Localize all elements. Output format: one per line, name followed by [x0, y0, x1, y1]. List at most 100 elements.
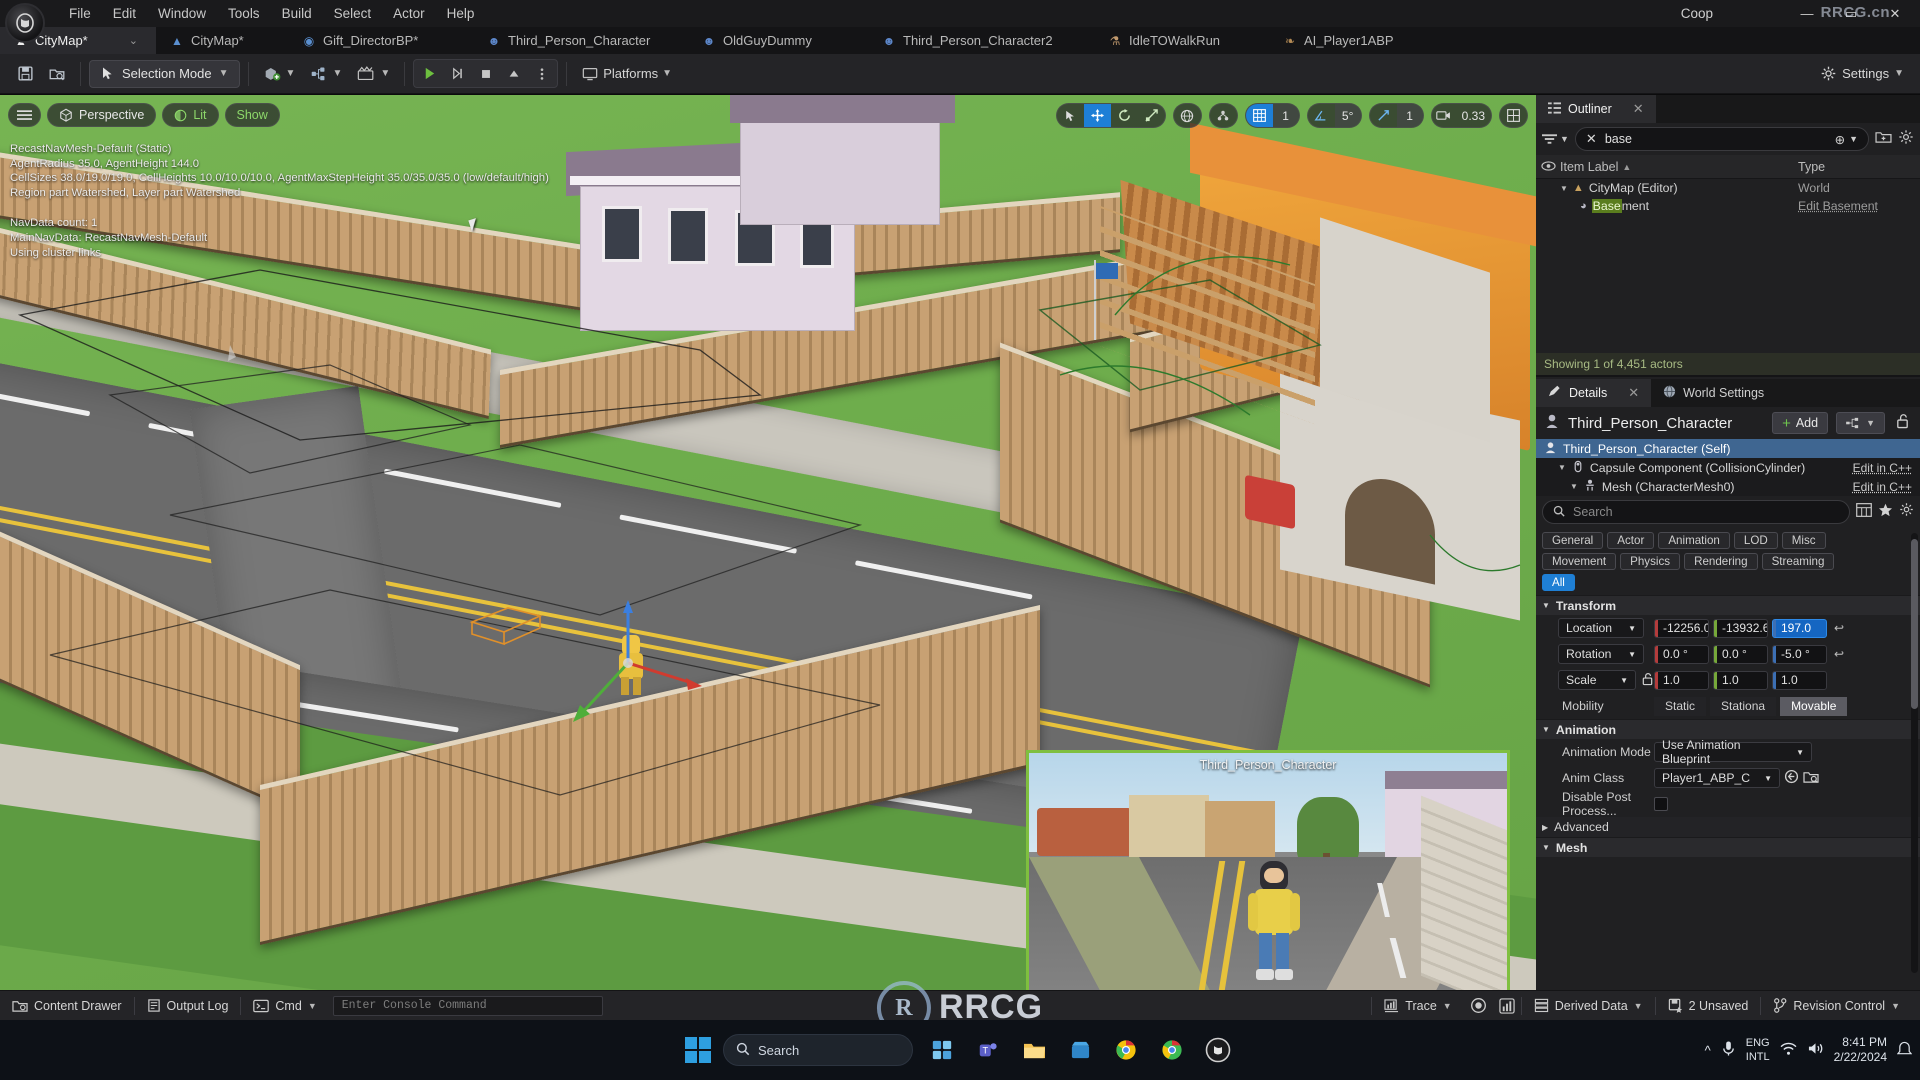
angle-snap-value[interactable]: 5°	[1334, 104, 1361, 127]
rotation-dropdown[interactable]: Rotation ▼	[1558, 644, 1644, 664]
scale-icon[interactable]	[1138, 104, 1165, 127]
filter-animation[interactable]: Animation	[1658, 532, 1730, 549]
favorites-star-icon[interactable]	[1878, 503, 1893, 522]
play-button[interactable]	[416, 61, 443, 86]
eject-button[interactable]	[500, 61, 527, 86]
clear-search-icon[interactable]: ✕	[1586, 131, 1597, 147]
filter-movement[interactable]: Movement	[1542, 553, 1617, 570]
picture-in-picture-preview[interactable]: Third_Person_Character 90.000000 ° ⊞	[1026, 750, 1510, 990]
tray-chevron-icon[interactable]: ^	[1705, 1043, 1711, 1058]
store-icon[interactable]	[1063, 1033, 1097, 1067]
create-actor-button[interactable]: ▼	[257, 59, 302, 89]
world-coordinate-icon[interactable]	[1174, 104, 1201, 127]
mobility-static[interactable]: Static	[1654, 696, 1707, 716]
menu-select[interactable]: Select	[323, 3, 383, 24]
details-search-input[interactable]: Search	[1542, 500, 1850, 524]
coop-button[interactable]: Coop	[1669, 3, 1725, 24]
chevron-down-icon[interactable]: ▼	[1849, 134, 1858, 144]
location-dropdown[interactable]: Location ▼	[1558, 618, 1644, 638]
visibility-icon[interactable]	[1536, 160, 1560, 174]
edit-in-cpp-link[interactable]: Edit in C++	[1853, 461, 1912, 475]
grid-snap-value[interactable]: 1	[1272, 104, 1299, 127]
browse-asset-icon[interactable]	[1784, 769, 1799, 787]
volume-icon[interactable]	[1807, 1041, 1824, 1059]
menu-edit[interactable]: Edit	[102, 3, 147, 24]
tab-third-person-character[interactable]: ☻ Third_Person_Character	[473, 27, 688, 54]
revert-rotation-icon[interactable]: ↩	[1831, 647, 1847, 661]
rotate-icon[interactable]	[1111, 104, 1138, 127]
filter-all[interactable]: All	[1542, 574, 1575, 591]
mic-icon[interactable]	[1721, 1040, 1736, 1060]
perf-record-button[interactable]	[1464, 991, 1493, 1021]
filter-streaming[interactable]: Streaming	[1761, 553, 1835, 570]
filter-actor[interactable]: Actor	[1607, 532, 1655, 549]
tab-ai-player1abp[interactable]: ❧ AI_Player1ABP	[1269, 27, 1444, 54]
explorer-icon[interactable]	[1017, 1033, 1051, 1067]
tab-outliner[interactable]: Outliner ✕	[1536, 95, 1656, 123]
settings-gear-icon[interactable]	[1899, 502, 1914, 522]
surface-snap-icon[interactable]	[1210, 104, 1237, 127]
browse-button[interactable]	[42, 59, 72, 89]
unreal-logo-icon[interactable]	[5, 3, 45, 43]
mobility-movable[interactable]: Movable	[1780, 696, 1848, 716]
angle-snap-icon[interactable]	[1308, 104, 1335, 127]
component-row-self[interactable]: Third_Person_Character (Self)	[1536, 439, 1920, 458]
grid-snap-icon[interactable]	[1245, 104, 1273, 127]
show-button[interactable]: Show	[224, 103, 280, 127]
settings-button[interactable]: Settings ▼	[1812, 61, 1912, 86]
close-icon[interactable]: ✕	[1628, 385, 1639, 401]
scale-z-input[interactable]: 1.0	[1772, 670, 1827, 690]
menu-actor[interactable]: Actor	[382, 3, 436, 24]
camera-speed-value[interactable]: 0.33	[1456, 104, 1491, 127]
cmd-button[interactable]: Cmd ▼	[241, 991, 328, 1021]
details-scrollbar-thumb[interactable]	[1911, 539, 1918, 709]
scale-x-input[interactable]: 1.0	[1654, 670, 1709, 690]
sort-ascending-icon[interactable]: ▲	[1622, 162, 1631, 172]
edit-basement-link[interactable]: Edit Basement	[1798, 199, 1920, 213]
scale-y-input[interactable]: 1.0	[1713, 670, 1768, 690]
scale-lock-icon[interactable]	[1641, 672, 1654, 689]
revert-location-icon[interactable]: ↩	[1831, 621, 1847, 635]
language-indicator[interactable]: ENG INTL	[1746, 1036, 1770, 1064]
outliner-row-basement[interactable]: ◕ Basement Edit Basement	[1536, 197, 1920, 215]
animation-mode-dropdown[interactable]: Use Animation Blueprint ▼	[1654, 738, 1812, 766]
close-button[interactable]: ✕	[1874, 0, 1916, 27]
level-viewport[interactable]: Perspective Lit Show RecastNavMesh-Defau…	[0, 95, 1536, 990]
outliner-search-input[interactable]: ✕ base ⊕ ▼	[1574, 127, 1869, 151]
revision-control-button[interactable]: Revision Control ▼	[1761, 991, 1912, 1021]
chrome-icon[interactable]	[1109, 1033, 1143, 1067]
component-row-capsule[interactable]: ▼ Capsule Component (CollisionCylinder) …	[1536, 458, 1920, 477]
rotation-z-input[interactable]: -5.0 °	[1772, 644, 1827, 664]
rotation-y-input[interactable]: 0.0 °	[1713, 644, 1768, 664]
outliner-row-citymap[interactable]: ▼ ▲ CityMap (Editor) World	[1536, 179, 1920, 197]
menu-file[interactable]: File	[58, 3, 102, 24]
lit-button[interactable]: Lit	[162, 103, 219, 127]
expand-arrow-icon[interactable]: ▶	[1542, 823, 1548, 832]
section-advanced[interactable]: ▶ Advanced	[1536, 817, 1920, 837]
unreal-icon[interactable]	[1201, 1033, 1235, 1067]
viewport-menu-button[interactable]	[8, 103, 41, 127]
perspective-button[interactable]: Perspective	[47, 103, 157, 127]
taskbar-search[interactable]: Search	[723, 1034, 913, 1066]
tab-citymap-bp[interactable]: ▲ CityMap*	[156, 27, 288, 54]
chrome-alt-icon[interactable]	[1155, 1033, 1189, 1067]
find-asset-icon[interactable]	[1803, 770, 1819, 787]
filter-icon[interactable]: ▼	[1542, 133, 1569, 145]
skip-button[interactable]	[444, 61, 471, 86]
component-row-mesh[interactable]: ▼ Mesh (CharacterMesh0) Edit in C++	[1536, 477, 1920, 496]
blueprint-dropdown-button[interactable]: ▼	[1836, 412, 1885, 434]
menu-build[interactable]: Build	[271, 3, 323, 24]
maximize-button[interactable]: ▭	[1830, 0, 1872, 27]
teams-icon[interactable]: T	[971, 1033, 1005, 1067]
outliner-settings-gear-icon[interactable]	[1898, 129, 1914, 150]
tab-details[interactable]: Details ✕	[1536, 379, 1652, 407]
column-item-label[interactable]: Item Label	[1560, 160, 1618, 174]
trace-button[interactable]: Trace ▼	[1372, 991, 1463, 1021]
collapse-arrow-icon[interactable]: ▼	[1542, 843, 1550, 852]
location-y-input[interactable]: -13932.6	[1713, 618, 1768, 638]
disable-post-process-checkbox[interactable]	[1654, 797, 1668, 811]
menu-window[interactable]: Window	[147, 3, 217, 24]
move-icon[interactable]	[1083, 104, 1111, 127]
section-animation[interactable]: ▼ Animation	[1536, 719, 1920, 739]
section-transform[interactable]: ▼ Transform	[1536, 595, 1920, 615]
